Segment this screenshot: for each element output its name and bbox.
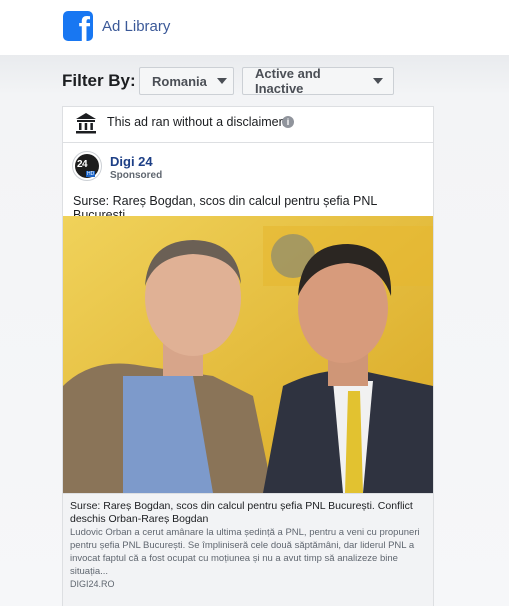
facebook-logo-icon[interactable]: f bbox=[63, 11, 93, 41]
country-dropdown[interactable]: Romania bbox=[139, 67, 234, 95]
disclaimer-row: This ad ran without a disclaimer. i bbox=[63, 107, 433, 143]
link-preview[interactable]: Surse: Rareș Bogdan, scos din calcul pen… bbox=[63, 493, 433, 606]
top-bar: f Ad Library bbox=[0, 0, 509, 55]
advertiser-name[interactable]: Digi 24 bbox=[110, 154, 153, 169]
link-title[interactable]: Surse: Rareș Bogdan, scos din calcul pen… bbox=[70, 500, 420, 526]
ad-image[interactable] bbox=[63, 216, 433, 493]
link-domain: DIGI24.RO bbox=[70, 579, 115, 589]
status-dropdown[interactable]: Active and Inactive bbox=[242, 66, 394, 96]
advertiser-avatar[interactable]: 24 HD bbox=[72, 151, 102, 181]
filter-label: Filter By: bbox=[62, 71, 136, 90]
sponsored-label: Sponsored bbox=[110, 170, 163, 181]
info-icon[interactable]: i bbox=[282, 116, 294, 128]
bank-icon bbox=[76, 113, 96, 134]
facebook-logo-letter: f bbox=[78, 11, 90, 41]
country-dropdown-label: Romania bbox=[152, 73, 207, 89]
caret-down-icon bbox=[216, 78, 227, 84]
status-dropdown-label: Active and Inactive bbox=[255, 66, 321, 96]
avatar-text: 24 bbox=[77, 159, 88, 170]
ad-photo bbox=[63, 216, 433, 493]
disclaimer-text: This ad ran without a disclaimer. bbox=[107, 115, 286, 129]
app-title[interactable]: Ad Library bbox=[102, 18, 170, 35]
ad-card: This ad ran without a disclaimer. i 24 H… bbox=[62, 106, 434, 606]
avatar-badge: HD bbox=[86, 171, 96, 177]
link-description: Ludovic Orban a cerut amânare la ultima … bbox=[70, 527, 420, 577]
caret-down-icon bbox=[373, 78, 383, 84]
